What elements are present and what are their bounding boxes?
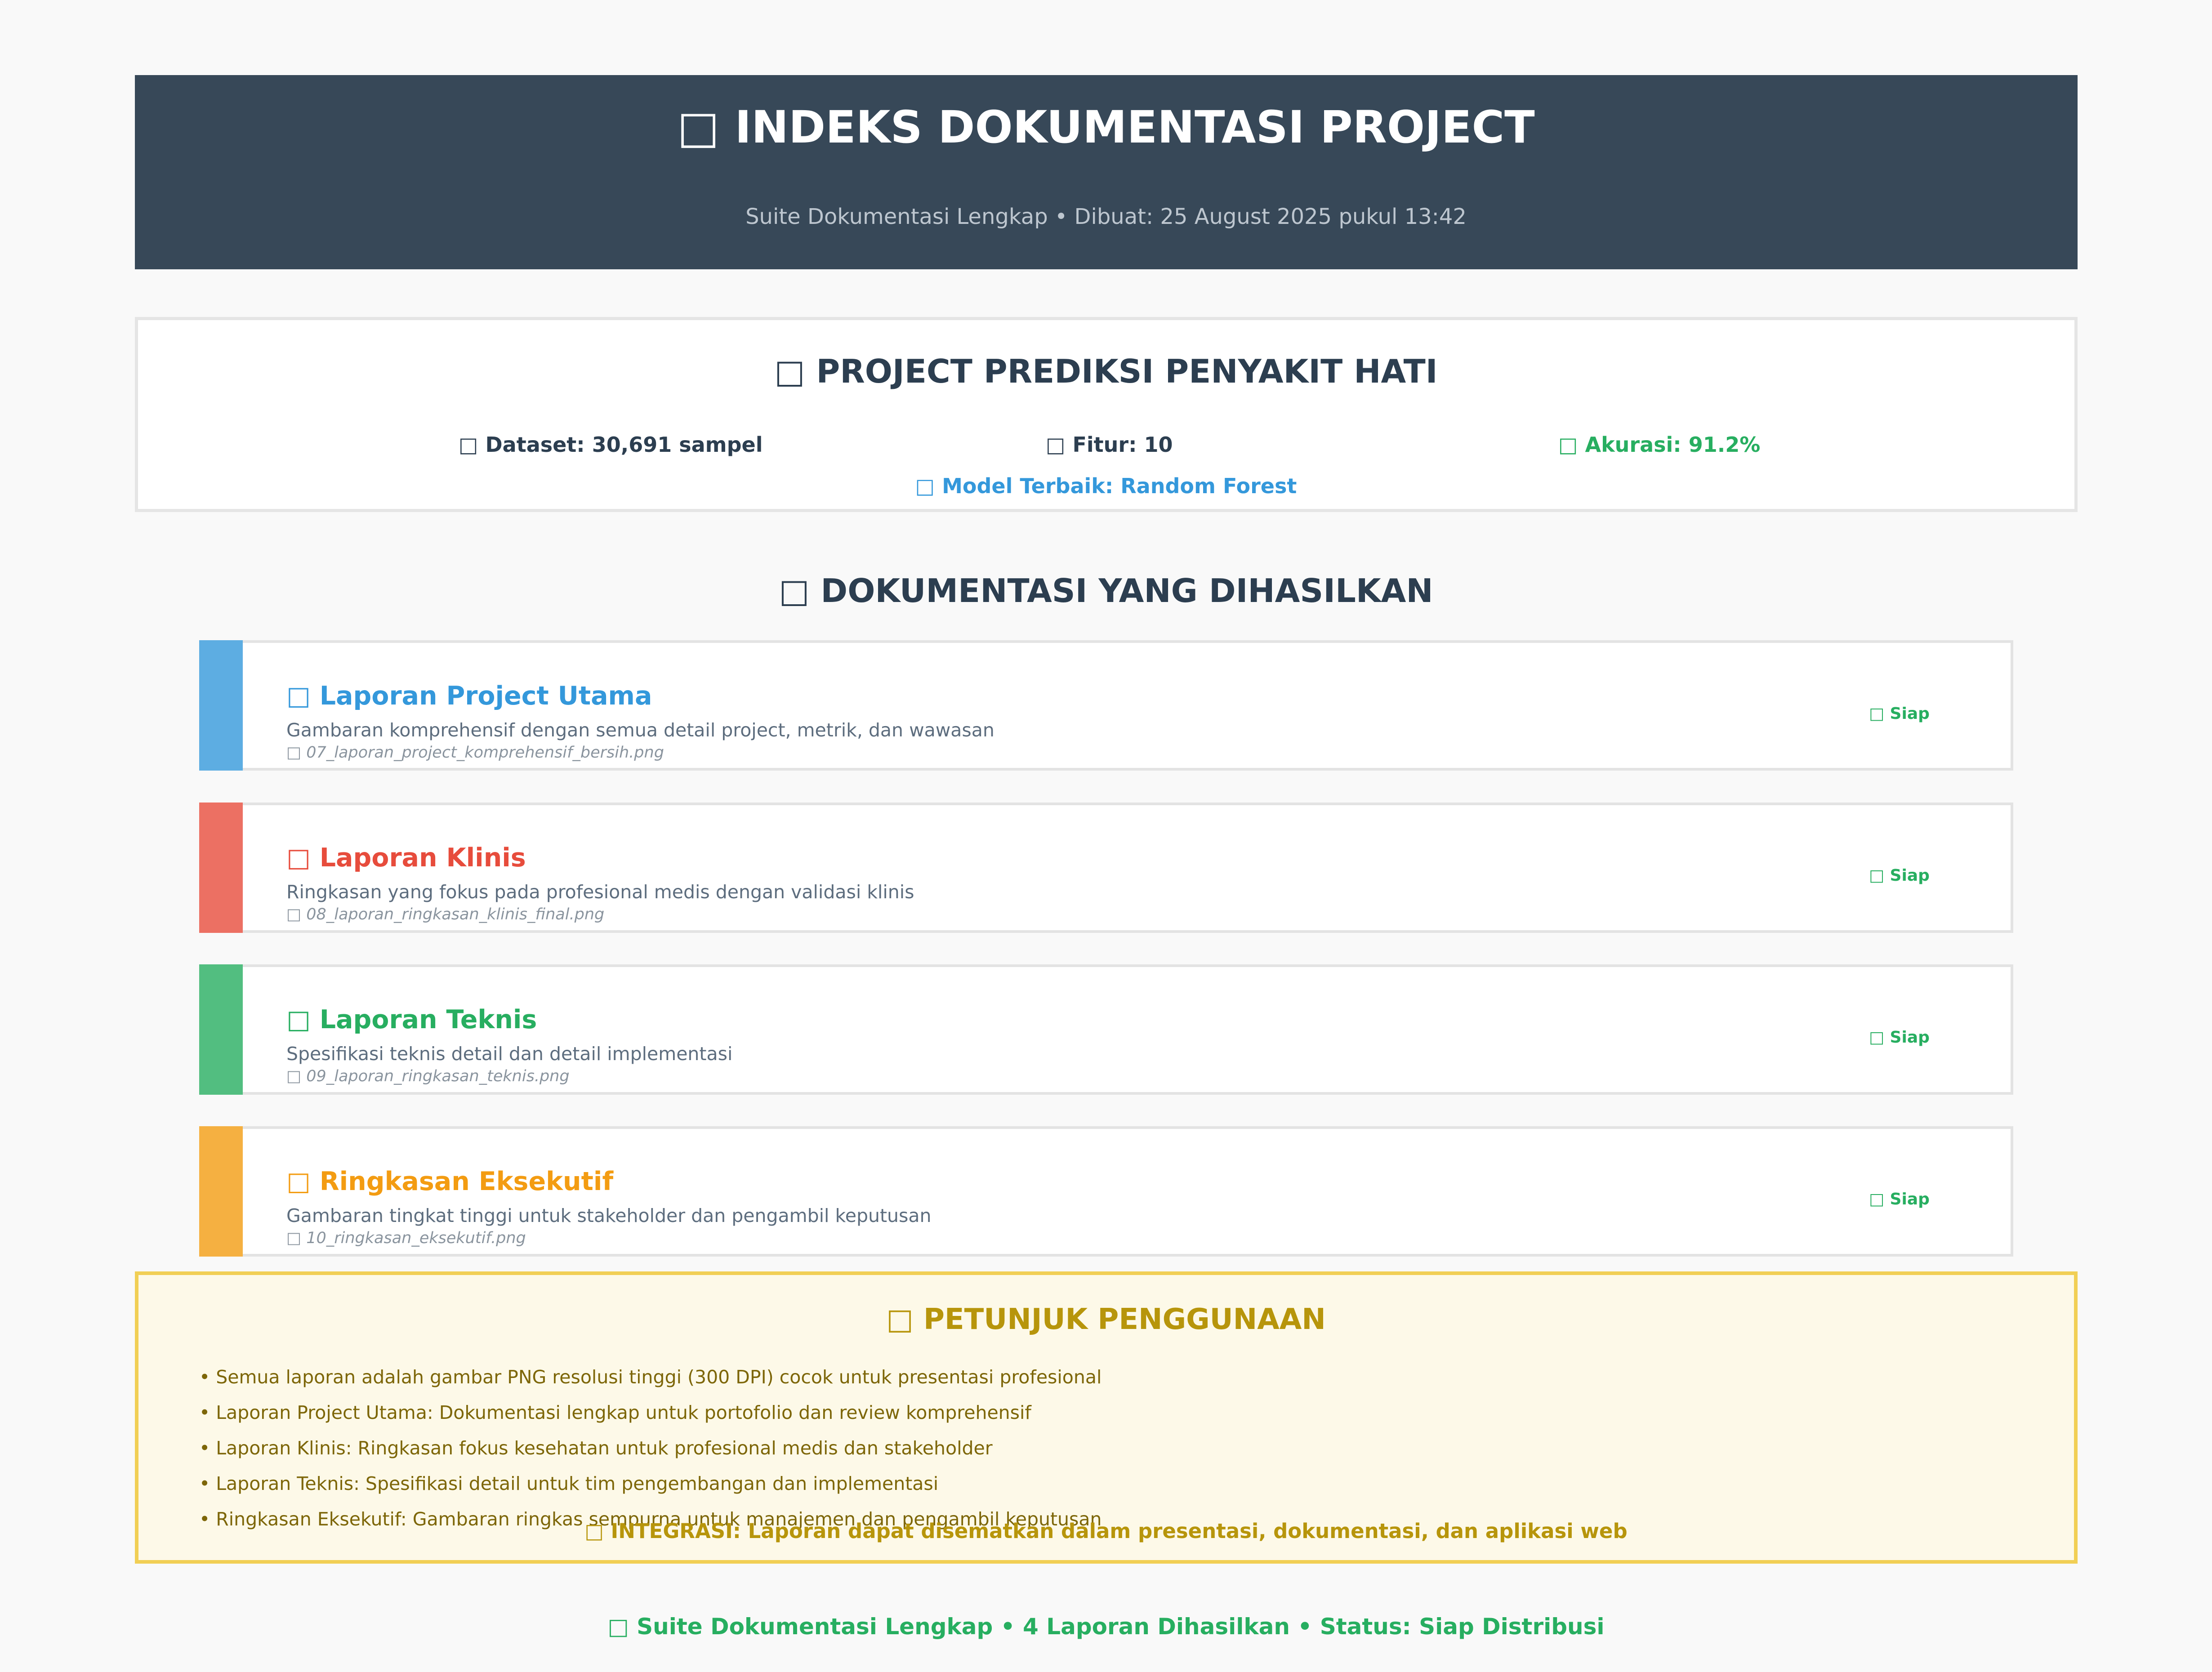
page-subtitle: Suite Dokumentasi Lengkap • Dibuat: 25 A…	[745, 204, 1467, 229]
doc-card-accent-bar	[199, 640, 243, 771]
doc-card-description: Spesifikasi teknis detail dan detail imp…	[286, 1043, 733, 1065]
footer-status: □ Suite Dokumentasi Lengkap • 4 Laporan …	[607, 1614, 1605, 1640]
doc-card-filename[interactable]: □ 10_ringkasan_eksekutif.png	[286, 1231, 526, 1246]
doc-card-title[interactable]: □ Laporan Teknis	[286, 1007, 537, 1033]
stat-fitur: □ Fitur: 10	[1046, 432, 1173, 457]
doc-card-filename[interactable]: □ 08_laporan_ringkasan_klinis_final.png	[286, 907, 604, 923]
doc-card-title[interactable]: □ Ringkasan Eksekutif	[286, 1169, 613, 1195]
stat-dataset: □ Dataset: 30,691 sampel	[459, 432, 763, 457]
doc-card-description: Gambaran tingkat tinggi untuk stakeholde…	[286, 1205, 932, 1226]
project-title: □ PROJECT PREDIKSI PENYAKIT HATI	[774, 352, 1438, 390]
doc-card-title[interactable]: □ Laporan Klinis	[286, 845, 526, 871]
guide-item: • Laporan Teknis: Spesifikasi detail unt…	[199, 1473, 939, 1494]
doc-card-filename[interactable]: □ 09_laporan_ringkasan_teknis.png	[286, 1069, 570, 1084]
doc-card-accent-bar	[199, 1126, 243, 1257]
usage-guide-title: □ PETUNJUK PENGGUNAAN	[886, 1303, 1326, 1336]
stat-best-model: □ Model Terbaik: Random Forest	[915, 474, 1297, 498]
status-badge: □ Siap	[1869, 1028, 1930, 1047]
doc-card-description: Gambaran komprehensif dengan semua detai…	[286, 719, 995, 741]
status-badge: □ Siap	[1869, 1190, 1930, 1208]
docs-section-title: □ DOKUMENTASI YANG DIHASILKAN	[779, 572, 1433, 610]
status-badge: □ Siap	[1869, 704, 1930, 723]
guide-item: • Laporan Klinis: Ringkasan fokus keseha…	[199, 1437, 993, 1459]
doc-card-description: Ringkasan yang fokus pada profesional me…	[286, 881, 914, 903]
guide-item: • Semua laporan adalah gambar PNG resolu…	[199, 1366, 1102, 1388]
doc-card-title[interactable]: □ Laporan Project Utama	[286, 683, 652, 709]
page-title: □ INDEKS DOKUMENTASI PROJECT	[677, 102, 1535, 153]
stat-akurasi: □ Akurasi: 91.2%	[1558, 432, 1761, 457]
doc-card-filename[interactable]: □ 07_laporan_project_komprehensif_bersih…	[286, 745, 664, 761]
guide-item: • Laporan Project Utama: Dokumentasi len…	[199, 1402, 1031, 1423]
guide-integration-note: □ INTEGRASI: Laporan dapat disematkan da…	[584, 1519, 1628, 1543]
doc-card-accent-bar	[199, 964, 243, 1095]
doc-card-accent-bar	[199, 803, 243, 933]
status-badge: □ Siap	[1869, 866, 1930, 885]
